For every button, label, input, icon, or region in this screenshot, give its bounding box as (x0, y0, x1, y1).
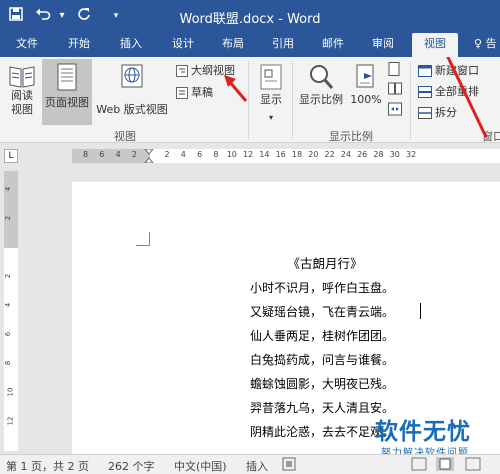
poem-title: 《古朗月行》 (287, 256, 363, 271)
tab-selector-button[interactable]: L (4, 149, 18, 163)
view-mode-icons[interactable] (410, 457, 496, 474)
ruler-tick: 30 (389, 150, 400, 159)
tab-view[interactable]: 视图 (412, 33, 458, 57)
annotation-arrows (224, 57, 488, 138)
ruler-tick: 6 (197, 150, 203, 159)
ruler-margin (4, 171, 18, 248)
word-count[interactable]: 262 个字 (108, 458, 155, 474)
ruler-row: L 8 6 4 2 2 4 6 8 10 12 14 16 18 20 22 24 26 28 30 32 (0, 144, 500, 168)
poem-line: 仙人垂两足，桂树作团团。 (250, 329, 395, 343)
ruler-tick: 12 (6, 416, 15, 426)
ruler-tick: 22 (324, 150, 335, 159)
ruler-tick: 4 (4, 302, 13, 308)
ruler-tick: 6 (4, 331, 13, 337)
ruler-tick: 8 (213, 150, 219, 159)
status-bar: 第 1 页，共 2 页 262 个字 中文(中国) 插入 (0, 454, 500, 474)
ruler-tick: 10 (6, 387, 15, 397)
ruler-tick: 4 (180, 150, 186, 159)
ruler-tick: 4 (4, 186, 13, 192)
tab-review[interactable]: 审阅 (366, 33, 400, 57)
ruler-tick: 2 (164, 150, 170, 159)
ruler-tick: 24 (340, 150, 351, 159)
tell-me-search[interactable]: ♀ 告 (474, 33, 497, 57)
text-cursor (420, 303, 421, 319)
poem-line: 小时不识月，呼作白玉盘。 (250, 281, 395, 295)
ruler-tick: 10 (226, 150, 237, 159)
watermark-text: 软件无忧 (375, 419, 471, 445)
tab-design[interactable]: 设计 (166, 33, 200, 57)
tab-mailings[interactable]: 邮件 (316, 33, 350, 57)
macro-record-icon[interactable] (282, 457, 296, 474)
ribbon: 阅读 视图 页面视图 Web 版式视图 大纲视图 草稿 视图 显示 ▾ 显示比例… (0, 57, 500, 143)
ruler-tick: 20 (308, 150, 319, 159)
ruler-tick: 26 (357, 150, 368, 159)
ruler-tick: 2 (4, 215, 13, 221)
ruler-tick: 14 (259, 150, 270, 159)
poem-line: 蟾蜍蚀圆影，大明夜已残。 (250, 377, 395, 391)
tab-layout[interactable]: 布局 (216, 33, 250, 57)
ruler-tick: 32 (406, 150, 417, 159)
ruler-tick: 8 (83, 150, 89, 159)
margin-corner-mark (136, 232, 150, 246)
ruler-tick: 28 (373, 150, 384, 159)
ruler-tick: 6 (99, 150, 105, 159)
ruler-tick: 2 (4, 273, 13, 279)
ruler-tick: 8 (4, 360, 13, 366)
window-title: Word联盟.docx - Word (179, 12, 321, 27)
indent-marker-icon[interactable] (144, 149, 154, 163)
vertical-ruler[interactable]: 4 2 2 4 6 8 10 12 (4, 171, 18, 451)
ruler-tick: 16 (275, 150, 286, 159)
tab-references[interactable]: 引用 (266, 33, 300, 57)
language-indicator[interactable]: 中文(中国) (174, 458, 227, 474)
ruler-tick: 18 (291, 150, 303, 159)
tab-file[interactable]: 文件 (10, 33, 44, 57)
horizontal-ruler[interactable]: 8 6 4 2 2 4 6 8 10 12 14 16 18 20 22 24 26 28 30 32 (72, 149, 500, 163)
tab-insert[interactable]: 插入 (114, 33, 148, 57)
poem-line: 白兔捣药成，问言与谁餐。 (250, 353, 395, 367)
title-bar: ▾ ▾ Word联盟.docx - Word (0, 0, 500, 33)
tab-home[interactable]: 开始 (62, 33, 96, 57)
ruler-tick: 2 (131, 150, 137, 159)
ribbon-tabs: 文件 开始 插入 设计 布局 引用 邮件 审阅 视图 ♀ 告 (0, 33, 500, 57)
insert-mode[interactable]: 插入 (246, 458, 268, 474)
page-count[interactable]: 第 1 页，共 2 页 (6, 458, 89, 474)
ruler-tick: 4 (115, 150, 121, 159)
ruler-tick: 12 (243, 150, 254, 159)
lightbulb-icon: ♀ (474, 37, 483, 50)
tell-me-label: 告 (485, 37, 497, 50)
